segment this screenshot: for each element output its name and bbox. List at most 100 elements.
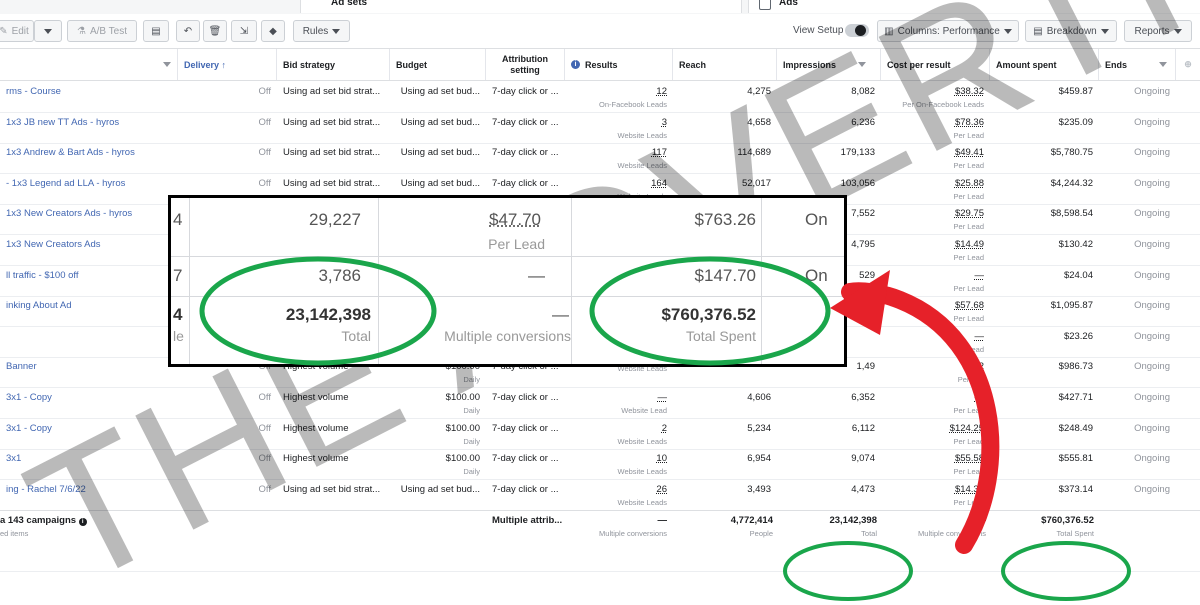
cell-ends: Ongoing (1099, 295, 1176, 325)
cpr-subtext: Per On-Facebook Leads (902, 100, 984, 109)
bid-value: Using ad set bid strat... (283, 86, 381, 97)
breakdown-button[interactable]: ▤ Breakdown (1025, 20, 1117, 42)
delivery-column-header[interactable]: Delivery ↑ (178, 49, 277, 80)
bid-strategy-column-header[interactable]: Bid strategy (277, 49, 390, 80)
cell-cpr: — Per Lead (881, 387, 990, 417)
cell-ends: Ongoing (1099, 142, 1176, 172)
cell-spent: $235.09 (990, 112, 1099, 142)
cell-name[interactable]: ll traffic - $100 off (0, 265, 178, 295)
cell-name[interactable]: 1x3 New Creators Ads (0, 234, 178, 264)
cell-name[interactable]: 3x1 (0, 448, 178, 478)
zoom-r3-spent-sub: Total Spent (685, 328, 756, 344)
spent-value: $8,598.54 (1050, 208, 1093, 220)
ads-checkbox[interactable] (759, 0, 771, 10)
adsets-tab[interactable]: Ad sets (300, 0, 742, 13)
results-value: 117 (651, 147, 667, 159)
cell-name[interactable]: - 1x3 Legend ad LLA - hyros (0, 173, 178, 203)
divider (571, 198, 572, 364)
columns-button[interactable]: ▥ Columns: Performance (877, 20, 1019, 42)
name-column-header[interactable] (0, 49, 178, 80)
campaign-count: a 143 campaigns i ed items (0, 515, 87, 538)
ads-tab-label: Ads (779, 0, 798, 8)
cell-spent: $24.04 (990, 265, 1099, 295)
columns-label: Columns: Performance (897, 25, 1000, 37)
results-value: 2 (661, 422, 667, 434)
cell-name[interactable]: 1x3 New Creators Ads - hyros (0, 203, 178, 233)
ends-value: Ongoing (1134, 330, 1170, 342)
reach-column-header[interactable]: Reach (673, 49, 777, 80)
spent-total-sub: Total Spent (1056, 529, 1094, 538)
view-setup-toggle[interactable] (845, 24, 869, 37)
cell-name[interactable]: 1x3 Andrew & Bart Ads - hyros (0, 142, 178, 172)
table-row[interactable]: 3x1 - Copy Off Highest volume $100.00 Daily 7… (0, 418, 1200, 450)
cell-name[interactable]: inking About Ad (0, 295, 178, 325)
add-column-icon[interactable]: ⊕ (1176, 49, 1200, 80)
delivery-value: Off (258, 422, 272, 434)
cell-name[interactable]: 3x1 - Copy (0, 418, 178, 448)
duplicate-button[interactable]: ▤ (143, 20, 169, 42)
impressions-value: 6,112 (851, 422, 875, 434)
cpr-subtext: Per Lead (953, 130, 984, 140)
cell-attr: 7-day click or ... (486, 479, 565, 509)
budget-subtext: Daily (463, 436, 480, 446)
cost-per-result-column-header[interactable]: Cost per result (881, 49, 990, 80)
cell-name[interactable]: Banner (0, 356, 178, 386)
chevron-down-icon (163, 62, 171, 67)
impressions-column-header[interactable]: Impressions (777, 49, 881, 80)
cell-bid: Highest volume (277, 387, 390, 417)
chevron-down-icon (1159, 62, 1167, 67)
cpr-subtext: Per Lead (953, 344, 984, 354)
reach-value: 4,658 (747, 116, 771, 128)
cell-name[interactable]: rms - Course (0, 81, 178, 111)
amount-spent-column-header[interactable]: Amount spent (990, 49, 1099, 80)
zoom-r2-left: 7 (173, 266, 183, 285)
cell-delivery: Off (178, 81, 277, 111)
ads-tab[interactable]: Ads (748, 0, 1200, 13)
table-row[interactable]: rms - Course Off Using ad set bid strat...… (0, 81, 1200, 113)
table-row[interactable]: ing - Rachel 7/6/22 Off Using ad set bid s… (0, 479, 1200, 511)
cell-bid: Using ad set bid strat... (277, 142, 390, 172)
name-value: 1x3 New Creators Ads (6, 239, 101, 250)
cell-results: 10 Website Leads (565, 448, 673, 478)
delete-button[interactable]: 🗑 (203, 20, 227, 42)
edit-dropdown-button[interactable] (34, 20, 62, 42)
cpr-subtext: Per Lead (953, 253, 984, 262)
chevron-down-icon (332, 28, 341, 34)
info-icon[interactable]: i (571, 60, 580, 69)
rules-button[interactable]: Rules (293, 20, 350, 42)
export-button[interactable]: ⇲ (231, 20, 257, 42)
budget-column-header[interactable]: Budget (390, 49, 486, 80)
cell-name[interactable] (0, 326, 178, 356)
name-value: 1x3 JB new TT Ads - hyros (6, 116, 120, 128)
undo-button[interactable]: ↶ (176, 20, 200, 42)
reports-button[interactable]: Reports (1124, 20, 1192, 42)
tag-button[interactable]: ◆ (261, 20, 285, 42)
ends-value: Ongoing (1134, 453, 1170, 465)
table-row[interactable]: 1x3 Andrew & Bart Ads - hyros Off Using ad… (0, 142, 1200, 175)
cell-name[interactable]: 1x3 JB new TT Ads - hyros (0, 112, 178, 142)
cell-name[interactable]: 3x1 - Copy (0, 387, 178, 417)
spent-value: $248.49 (1058, 422, 1093, 434)
name-value: - 1x3 Legend ad LLA - hyros (6, 177, 126, 189)
cell-name[interactable]: ing - Rachel 7/6/22 (0, 479, 178, 509)
ab-test-button[interactable]: ⚗ A/B Test (67, 20, 137, 42)
cell-bid: Highest volume (277, 448, 390, 478)
cpr-value: $2 (973, 361, 984, 373)
zoom-r3-cpr: — (552, 305, 569, 324)
info-icon[interactable]: i (78, 518, 87, 526)
ends-header-label: Ends (1105, 59, 1128, 70)
cell-reach: 4,658 (673, 112, 777, 142)
table-row[interactable]: 3x1 Off Highest volume $100.00 Daily 7-day cl… (0, 448, 1200, 481)
impressions-header-label: Impressions (783, 59, 837, 70)
attribution-column-header[interactable]: Attribution setting (486, 49, 565, 80)
cell-attr: 7-day click or ... (486, 418, 565, 448)
results-column-header[interactable]: i Results (565, 49, 673, 80)
spent-value: $427.71 (1058, 392, 1093, 403)
table-row[interactable]: 3x1 - Copy Off Highest volume $100.00 Daily 7… (0, 387, 1200, 419)
cpr-value: $55.58 (954, 453, 984, 465)
edit-button[interactable]: ✎ Edit (0, 20, 34, 42)
table-row[interactable]: 1x3 JB new TT Ads - hyros Off Using ad set… (0, 112, 1200, 144)
ends-column-header[interactable]: Ends (1099, 49, 1176, 80)
cpr-subtext: Per Lea (957, 375, 984, 385)
cpr-value: $14.35 (954, 483, 984, 495)
